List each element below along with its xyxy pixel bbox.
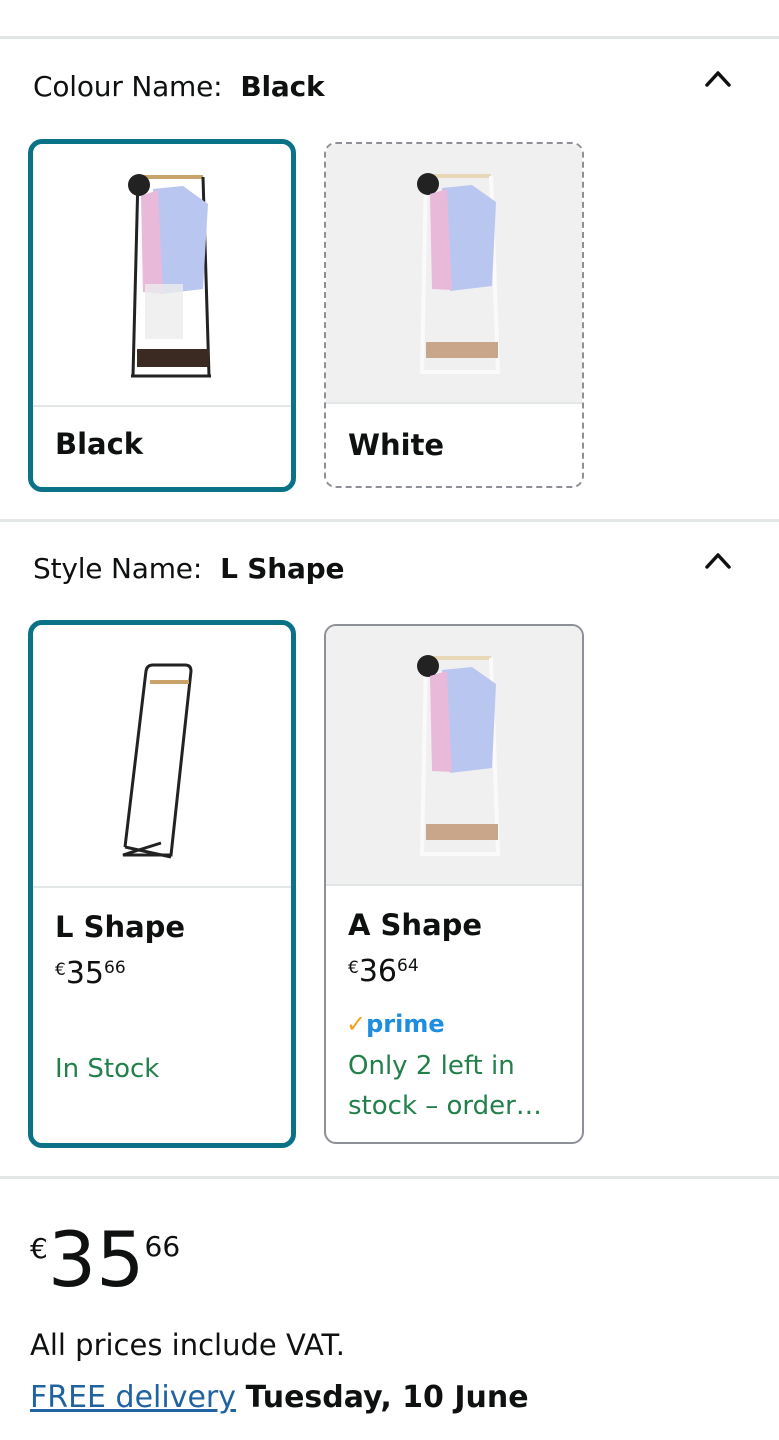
clothes-rack-white-icon <box>417 655 500 856</box>
delivery-date: Tuesday, 10 June <box>245 1380 529 1415</box>
main-price: €3566 <box>30 1215 181 1304</box>
style-header: Style Name: L Shape <box>33 552 344 585</box>
style-label: Style Name: <box>33 552 203 585</box>
style-option-a-shape[interactable]: A Shape €3664 ✓prime Only 2 left in stoc… <box>324 624 584 1144</box>
style-option-price: €3566 <box>55 956 126 991</box>
clothes-rack-black-image <box>33 144 291 407</box>
prime-check-icon: ✓ <box>346 1010 367 1038</box>
clothes-rack-white-icon <box>417 173 500 374</box>
colour-style-divider <box>0 519 779 522</box>
colour-option-label: Black <box>55 427 144 461</box>
style-option-label: L Shape <box>55 910 186 944</box>
clothes-rack-black-icon <box>128 174 211 378</box>
colour-value: Black <box>240 70 325 103</box>
delivery-info: FREE delivery Tuesday, 10 June <box>30 1380 529 1415</box>
colour-option-label: White <box>348 428 445 462</box>
stock-status: In Stock <box>55 1054 160 1084</box>
free-delivery-link[interactable]: FREE delivery <box>30 1380 236 1415</box>
colour-label: Colour Name: <box>33 70 223 103</box>
colour-header: Colour Name: Black <box>33 70 325 103</box>
stock-status: Only 2 left in stock – order… <box>348 1051 542 1121</box>
colour-option-black[interactable]: Black <box>28 139 296 492</box>
style-price-divider <box>0 1176 779 1179</box>
vat-note: All prices include VAT. <box>30 1328 346 1362</box>
style-option-label: A Shape <box>348 908 483 942</box>
l-shape-rack-icon <box>122 663 193 859</box>
colour-option-white[interactable]: White <box>324 142 584 488</box>
clothes-rack-white-image <box>326 144 582 404</box>
style-value: L Shape <box>220 552 345 585</box>
style-option-l-shape[interactable]: L Shape €3566 In Stock <box>28 620 296 1148</box>
chevron-up-icon[interactable] <box>703 64 733 94</box>
clothes-rack-white-image <box>326 626 582 886</box>
prime-badge: ✓prime <box>346 1010 445 1038</box>
chevron-up-icon[interactable] <box>703 546 733 576</box>
style-option-price: €3664 <box>348 954 419 989</box>
top-divider <box>0 36 779 39</box>
l-shape-rack-image <box>33 625 291 888</box>
